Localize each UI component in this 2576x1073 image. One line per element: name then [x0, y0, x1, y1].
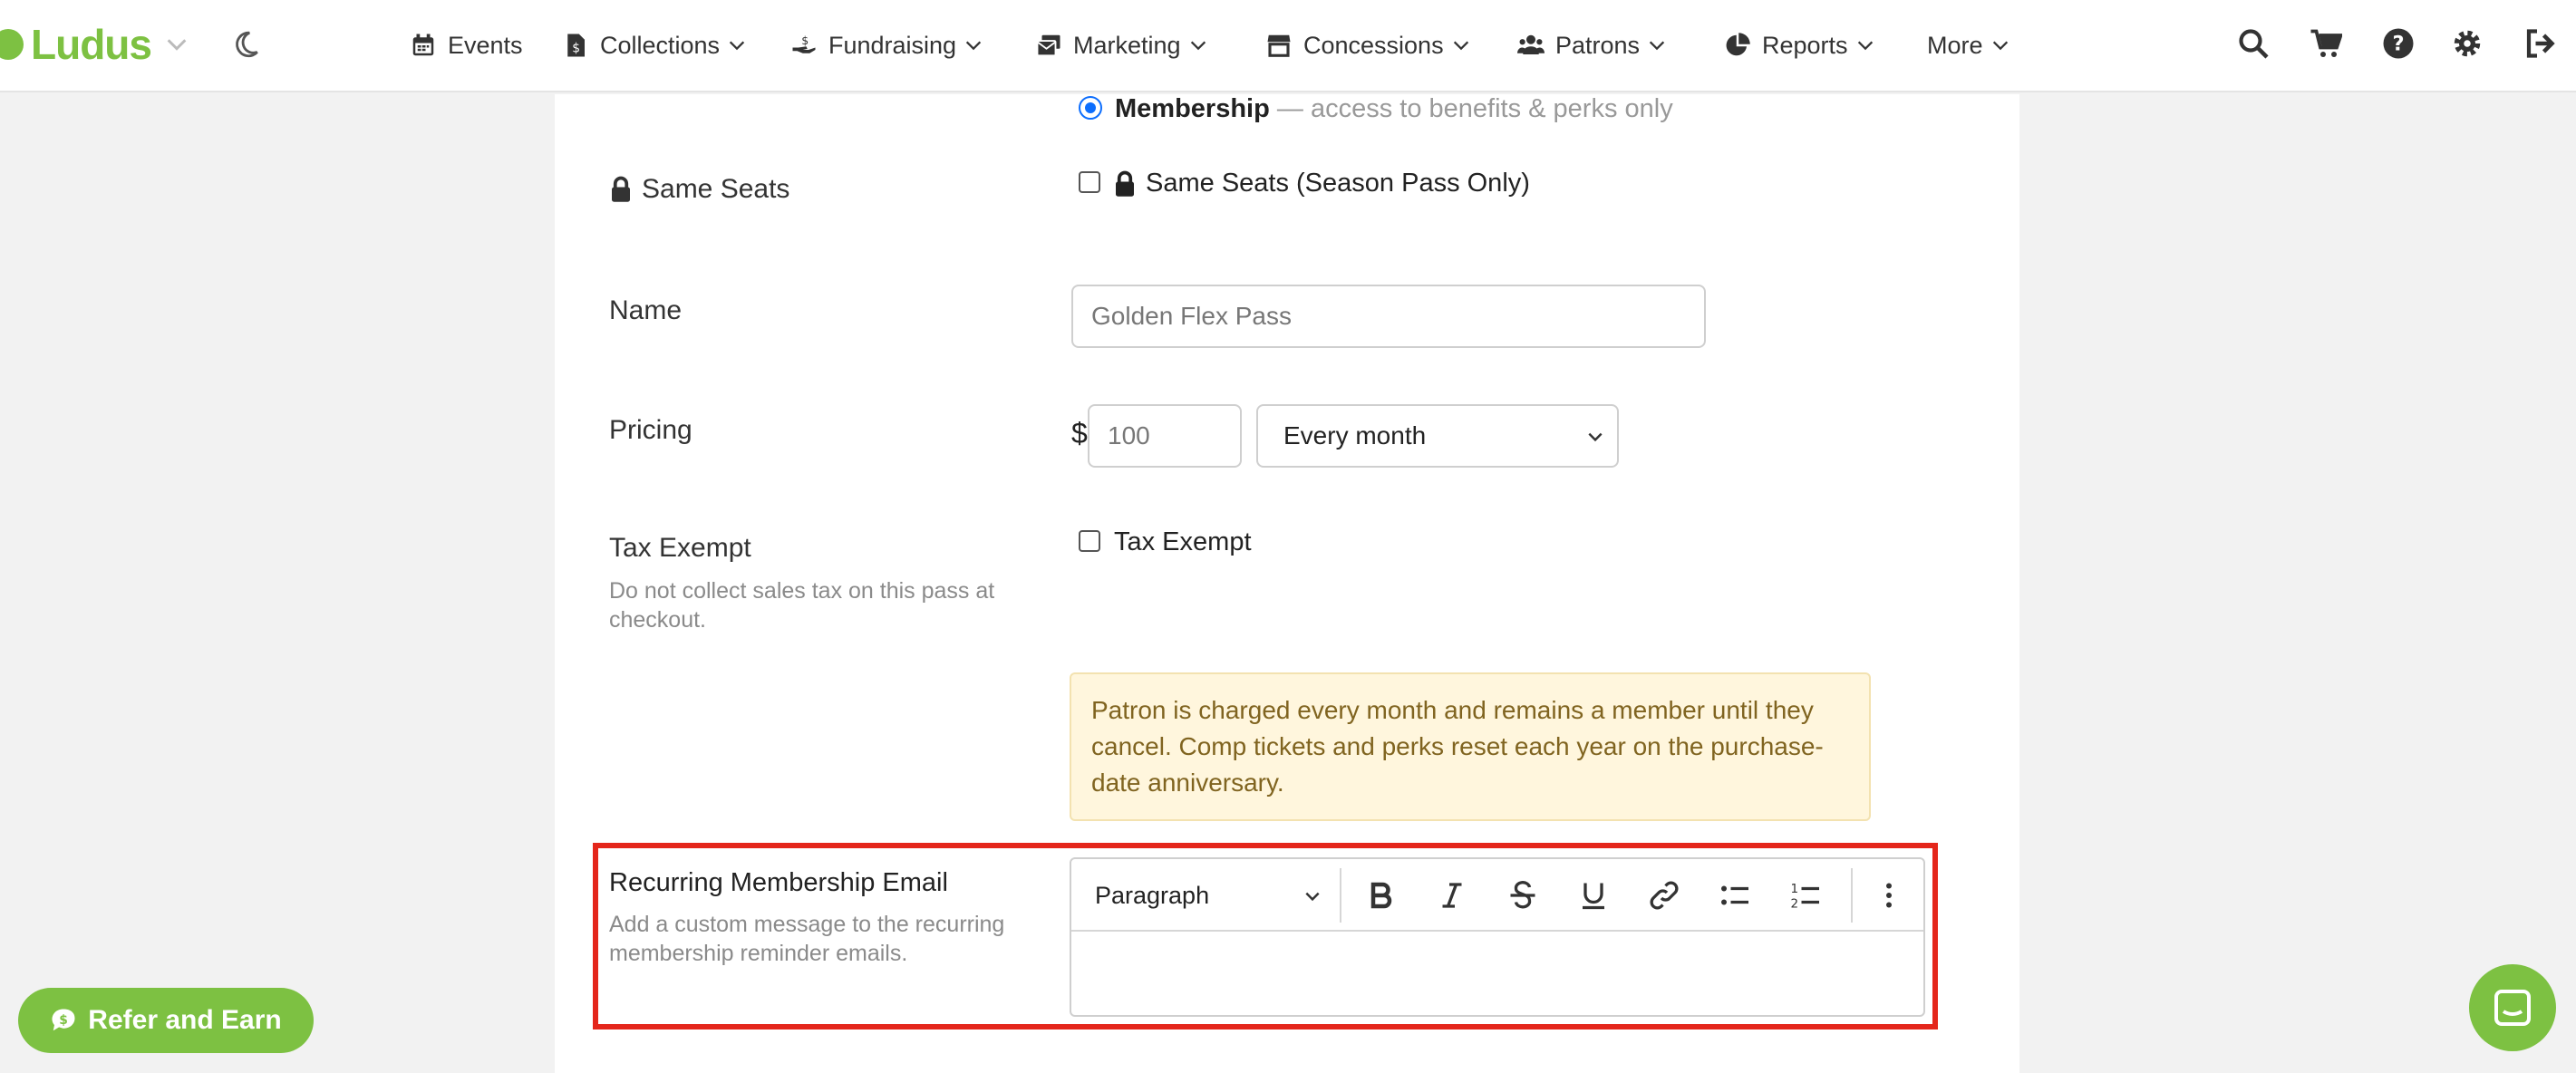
- chevron-down-icon: [1305, 892, 1320, 902]
- same-seats-label: Same Seats: [642, 174, 790, 204]
- chat-icon: [2494, 990, 2531, 1026]
- search-icon[interactable]: [2237, 27, 2270, 60]
- recurring-email-editor: Paragraph 12: [1070, 857, 1925, 1017]
- editor-toolbar: Paragraph 12: [1071, 859, 1923, 932]
- same-seats-checkbox[interactable]: [1079, 171, 1100, 193]
- membership-option-description: — access to benefits & perks only: [1276, 94, 1673, 123]
- membership-option[interactable]: Membership — access to benefits & perks …: [1115, 94, 1673, 124]
- underline-icon[interactable]: [1577, 879, 1610, 912]
- ludus-logo[interactable]: Ludus: [0, 20, 189, 69]
- nav-marketing[interactable]: Marketing: [1035, 25, 1208, 65]
- tax-exempt-checkbox[interactable]: [1079, 530, 1100, 552]
- store-icon: [1267, 34, 1291, 57]
- same-seats-row-label: Same Seats: [609, 174, 789, 205]
- more-options-icon[interactable]: [1873, 879, 1905, 912]
- chevron-down-icon: [1857, 41, 1873, 51]
- refer-and-earn-button[interactable]: $ Refer and Earn: [18, 988, 314, 1053]
- same-seats-checkbox-option[interactable]: Same Seats (Season Pass Only): [1113, 169, 1530, 198]
- nav-reports-label: Reports: [1762, 31, 1848, 59]
- tax-exempt-checkbox-label[interactable]: Tax Exempt: [1114, 527, 1252, 557]
- chevron-down-icon: [965, 41, 982, 51]
- lock-icon: [612, 176, 630, 202]
- price-amount-input[interactable]: 100: [1088, 404, 1242, 468]
- nav-reports[interactable]: Reports: [1724, 25, 1875, 65]
- chevron-down-icon: [1453, 41, 1468, 51]
- nav-more[interactable]: More: [1927, 25, 2010, 65]
- tax-exempt-help: Do not collect sales tax on this pass at…: [609, 578, 995, 633]
- membership-option-label: Membership: [1115, 94, 1270, 123]
- nav-more-label: More: [1927, 31, 1983, 59]
- nav-marketing-label: Marketing: [1073, 31, 1181, 59]
- membership-radio[interactable]: [1079, 96, 1102, 120]
- sign-out-icon[interactable]: [2523, 27, 2556, 60]
- hand-dollar-icon: $: [792, 34, 816, 53]
- gear-icon[interactable]: [2451, 27, 2484, 60]
- chat-launcher-button[interactable]: [2469, 964, 2556, 1051]
- pricing-label: Pricing: [609, 415, 692, 445]
- svg-text:$: $: [60, 1013, 69, 1028]
- name-label: Name: [609, 295, 683, 325]
- editor-content-area[interactable]: [1071, 933, 1923, 1015]
- top-navbar: Ludus Events $ Collections $ Fundraising…: [0, 0, 2576, 92]
- name-input[interactable]: Golden Flex Pass: [1071, 285, 1706, 348]
- refer-and-earn-label: Refer and Earn: [88, 1005, 282, 1035]
- chevron-down-icon: [1649, 41, 1665, 51]
- italic-icon[interactable]: [1436, 879, 1468, 912]
- calendar-icon: [412, 34, 434, 56]
- dark-mode-moon-icon[interactable]: [230, 29, 261, 60]
- nav-fundraising[interactable]: $ Fundraising: [790, 25, 983, 65]
- users-icon: [1517, 34, 1545, 54]
- nav-concessions[interactable]: Concessions: [1265, 25, 1471, 65]
- strikethrough-icon[interactable]: [1506, 879, 1539, 912]
- svg-text:1: 1: [1791, 882, 1799, 896]
- svg-text:$: $: [572, 42, 580, 56]
- nav-collections[interactable]: $ Collections: [562, 25, 747, 65]
- svg-text:$: $: [801, 34, 809, 47]
- bullet-list-icon[interactable]: [1719, 879, 1751, 912]
- chevron-down-icon[interactable]: [164, 32, 189, 57]
- currency-symbol: $: [1071, 417, 1088, 450]
- billing-notice-alert: Patron is charged every month and remain…: [1070, 672, 1871, 821]
- nav-events[interactable]: Events: [410, 25, 523, 65]
- pie-chart-icon: [1726, 33, 1750, 56]
- recurring-email-help: Add a custom message to the recurring me…: [609, 912, 1005, 966]
- nav-events-label: Events: [448, 31, 523, 59]
- lock-icon: [1116, 170, 1134, 197]
- svg-text:?: ?: [2392, 33, 2404, 56]
- toolbar-separator: [1340, 868, 1341, 923]
- numbered-list-icon[interactable]: 12: [1789, 879, 1822, 912]
- same-seats-checkbox-label: Same Seats (Season Pass Only): [1146, 169, 1530, 198]
- logo-mark-icon: [0, 29, 24, 60]
- tax-exempt-label: Tax Exempt: [609, 533, 751, 563]
- chevron-down-icon: [729, 41, 745, 51]
- bold-icon[interactable]: [1365, 879, 1398, 912]
- logo-text: Ludus: [31, 21, 152, 68]
- link-icon[interactable]: [1648, 879, 1680, 912]
- help-icon[interactable]: ?: [2382, 27, 2415, 60]
- chevron-down-icon: [1992, 41, 2008, 51]
- billing-frequency-select[interactable]: Every month: [1256, 404, 1619, 468]
- nav-patrons-label: Patrons: [1555, 31, 1641, 59]
- chat-dollar-icon: $: [52, 1009, 75, 1031]
- nav-concessions-label: Concessions: [1303, 31, 1444, 59]
- paragraph-format-select[interactable]: Paragraph: [1095, 877, 1322, 914]
- svg-text:2: 2: [1791, 897, 1799, 912]
- paragraph-format-value: Paragraph: [1095, 881, 1210, 909]
- billing-frequency-value: Every month: [1283, 421, 1427, 450]
- chevron-down-icon: [1588, 432, 1603, 442]
- nav-patrons[interactable]: Patrons: [1517, 25, 1667, 65]
- chevron-down-icon: [1190, 41, 1206, 51]
- toolbar-separator: [1851, 868, 1853, 923]
- nav-fundraising-label: Fundraising: [828, 31, 957, 59]
- file-dollar-icon: $: [567, 34, 585, 57]
- envelopes-icon: [1036, 34, 1060, 57]
- recurring-email-label: Recurring Membership Email: [609, 868, 948, 897]
- cart-icon[interactable]: [2310, 27, 2342, 60]
- nav-collections-label: Collections: [600, 31, 721, 59]
